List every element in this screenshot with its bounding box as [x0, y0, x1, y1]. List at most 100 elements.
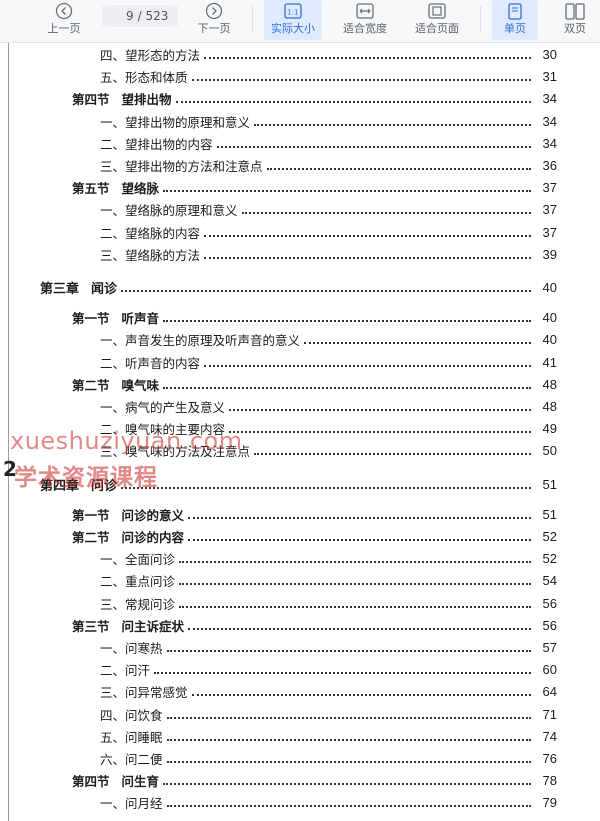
toc-entry-title: 一、望排出物的原理和意义 — [100, 114, 251, 130]
toc-item-row[interactable]: 二、重点问诊 54 — [0, 569, 600, 591]
fit-width-button[interactable]: 适合宽度 — [336, 0, 394, 40]
toc-item-row[interactable]: 一、全面问诊 52 — [0, 547, 600, 569]
toc-dot-leader — [241, 211, 531, 214]
toc-entry-title: 问诊的意义 — [121, 507, 185, 523]
toc-entry-number: 第四节 — [72, 91, 110, 107]
chevron-right-circle-icon — [205, 1, 223, 21]
fit-page-button[interactable]: 适合页面 — [408, 0, 466, 40]
toc-dot-leader — [266, 167, 531, 170]
toc-item-row[interactable]: 二、望排出物的内容 34 — [0, 132, 600, 154]
toc-entry-number: 第四节 — [72, 773, 110, 789]
actual-size-label: 实际大小 — [271, 22, 315, 35]
toc-entry-number: 第一节 — [72, 507, 110, 523]
toc-entry-heading: 五、问睡眠 — [100, 727, 163, 746]
actual-size-button[interactable]: 1:1 实际大小 — [264, 0, 322, 40]
toc-page-number: 52 — [542, 550, 557, 566]
toc-dot-leader — [191, 693, 531, 696]
toc-page-number: 48 — [542, 398, 557, 414]
single-page-button[interactable]: 单页 — [492, 0, 538, 40]
toc-entry-heading: 第四节 望排出物 — [72, 89, 172, 108]
toc-dot-leader — [166, 716, 531, 719]
toc-dot-leader — [163, 386, 531, 389]
toc-page-number: 74 — [542, 728, 557, 744]
toc-item-row[interactable]: 一、病气的产生及意义 48 — [0, 395, 600, 417]
toc-item-row[interactable]: 三、常规问诊 56 — [0, 592, 600, 614]
toc-page-number: 56 — [542, 617, 557, 633]
toc-item-row[interactable]: 四、问饮食 71 — [0, 703, 600, 725]
toc-page-number: 52 — [542, 528, 557, 544]
toc-page-number: 40 — [542, 279, 557, 295]
toc-dot-leader — [188, 516, 531, 519]
toc-item-row[interactable]: 五、问睡眠 74 — [0, 725, 600, 747]
svg-text:1:1: 1:1 — [287, 9, 298, 17]
toc-entry-heading: 一、望排出物的原理和意义 — [100, 112, 250, 131]
toc-page-number: 40 — [542, 331, 557, 347]
toc-item-row[interactable]: 四、望形态的方法 30 — [0, 43, 600, 65]
toc-item-row[interactable]: 五、形态和体质 31 — [0, 65, 600, 87]
page-indicator[interactable]: 9 / 523 — [102, 5, 178, 27]
next-page-button[interactable]: 下一页 — [194, 0, 234, 40]
document-page: 四、望形态的方法 30 五、形态和体质 31 第四节 望排出物 34 一、望排出物的原理和意义… — [0, 43, 600, 821]
toc-dot-leader — [188, 538, 531, 541]
toc-item-row[interactable]: 三、望络脉的方法 39 — [0, 243, 600, 265]
toc-page-number: 37 — [542, 224, 557, 240]
toc-section-row[interactable]: 第五节 望络脉 37 — [0, 176, 600, 198]
toc-entry-heading: 一、病气的产生及意义 — [100, 397, 225, 416]
toc-entry-title: 五、问睡眠 — [100, 729, 163, 745]
toc-entry-title: 六、问二便 — [100, 751, 163, 767]
toc-chapter-row[interactable]: 第三章 闻诊 40 — [0, 276, 600, 298]
toc-dot-leader — [229, 430, 531, 433]
toc-item-row[interactable]: 一、望排出物的原理和意义 34 — [0, 110, 600, 132]
toc-page-number: 36 — [542, 157, 557, 173]
toc-entry-title: 问生育 — [121, 773, 160, 789]
toc-entry-title: 望排出物 — [121, 91, 172, 107]
toc-item-row[interactable]: 一、问寒热 57 — [0, 636, 600, 658]
toc-item-row[interactable]: 二、望络脉的内容 37 — [0, 221, 600, 243]
toc-section-row[interactable]: 第二节 嗅气味 48 — [0, 373, 600, 395]
toc-entry-title: 嗅气味 — [121, 377, 160, 393]
current-page-input[interactable]: 9 — [112, 9, 134, 23]
toc-item-row[interactable]: 二、听声音的内容 41 — [0, 351, 600, 373]
toc-section-row[interactable]: 第二节 问诊的内容 52 — [0, 525, 600, 547]
toc-entry-heading: 第二节 嗅气味 — [72, 375, 159, 394]
toc-item-row[interactable]: 三、望排出物的方法和注意点 36 — [0, 154, 600, 176]
toc-dot-leader — [163, 319, 531, 322]
single-page-label: 单页 — [504, 22, 526, 35]
double-page-button[interactable]: 双页 — [552, 0, 598, 40]
toc-item-row[interactable]: 三、问异常感觉 64 — [0, 680, 600, 702]
toc-entry-heading: 三、望络脉的方法 — [100, 245, 200, 264]
toc-entry-heading: 第五节 望络脉 — [72, 178, 159, 197]
toc-dot-leader — [166, 804, 531, 807]
toc-dot-leader — [163, 189, 531, 192]
toc-entry-heading: 六、问二便 — [100, 749, 163, 768]
toc-section-row[interactable]: 第四节 问生育 78 — [0, 769, 600, 791]
toc-dot-leader — [163, 782, 531, 785]
fit-width-label: 适合宽度 — [343, 22, 387, 35]
toc-page-number: 51 — [542, 476, 557, 492]
toc-page-number: 49 — [542, 420, 557, 436]
toc-entry-number: 第二节 — [72, 529, 110, 545]
toc-dot-leader — [204, 56, 531, 59]
toc-section-row[interactable]: 第一节 问诊的意义 51 — [0, 503, 600, 525]
toc-dot-leader — [121, 486, 531, 489]
toc-section-row[interactable]: 第四节 望排出物 34 — [0, 87, 600, 109]
toc-section-row[interactable]: 第三节 问主诉症状 56 — [0, 614, 600, 636]
toc-item-row[interactable]: 一、问月经 79 — [0, 791, 600, 813]
toc-item-row[interactable]: 六、问二便 76 — [0, 747, 600, 769]
toc-item-row[interactable]: 一、声音发生的原理及听声音的意义 40 — [0, 328, 600, 350]
toc-page-number: 39 — [542, 246, 557, 262]
toc-item-row[interactable]: 二、问汗 60 — [0, 658, 600, 680]
toc-page-number: 37 — [542, 179, 557, 195]
toc-page-number: 34 — [542, 113, 557, 129]
toc-section-row[interactable]: 第一节 听声音 40 — [0, 306, 600, 328]
toc-page-number: 64 — [542, 683, 557, 699]
toc-entry-title: 闻诊 — [91, 281, 118, 297]
toc-entry-number: 第二节 — [72, 377, 110, 393]
toc-page-number: 54 — [542, 572, 557, 588]
toc-entry-heading: 三、常规问诊 — [100, 594, 175, 613]
toc-entry-title: 三、问异常感觉 — [100, 684, 188, 700]
prev-page-button[interactable]: 上一页 — [44, 0, 84, 40]
toc-item-row[interactable]: 一、望络脉的原理和意义 37 — [0, 198, 600, 220]
toc-dot-leader — [204, 256, 531, 259]
toc-entry-number: 第三节 — [72, 618, 110, 634]
